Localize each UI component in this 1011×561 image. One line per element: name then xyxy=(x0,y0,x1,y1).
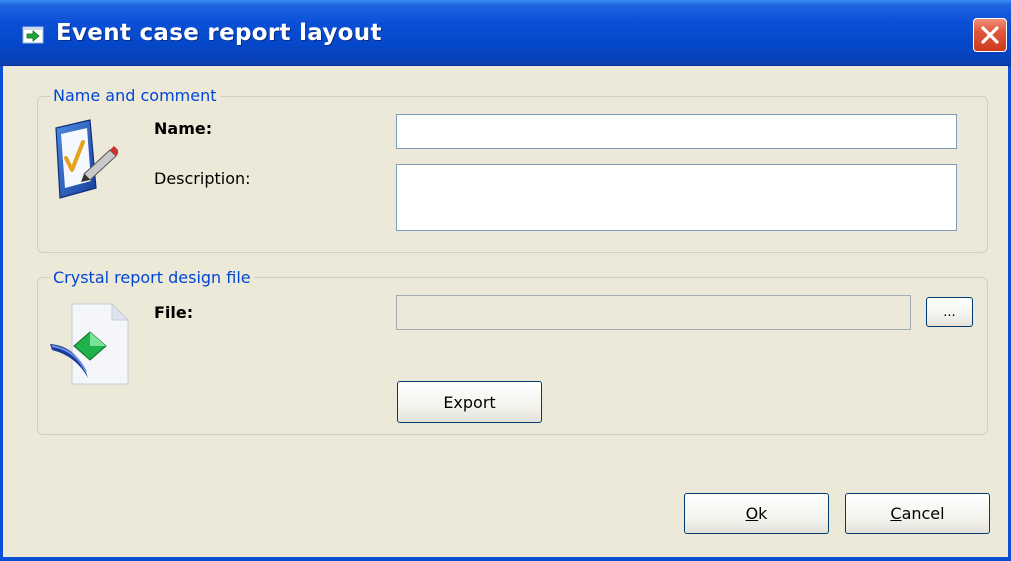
cancel-button[interactable]: Cancel xyxy=(845,493,990,534)
cancel-mnemonic: C xyxy=(890,504,902,523)
export-button[interactable]: Export xyxy=(397,381,542,423)
file-path-input[interactable] xyxy=(396,295,911,330)
close-button[interactable] xyxy=(973,18,1007,52)
window-border-left xyxy=(0,66,3,561)
checklist-edit-icon xyxy=(55,119,118,199)
close-icon xyxy=(981,26,999,44)
title-bar[interactable]: Event case report layout xyxy=(0,0,1011,66)
window-border-bottom xyxy=(0,557,1011,561)
window-title: Event case report layout xyxy=(56,20,382,46)
description-input[interactable] xyxy=(396,164,957,231)
ok-mnemonic: O xyxy=(745,504,759,523)
crystal-file-legend: Crystal report design file xyxy=(50,268,254,287)
ok-button[interactable]: Ok xyxy=(684,493,829,534)
report-layout-icon xyxy=(22,26,44,44)
crystal-report-file-icon xyxy=(50,302,130,385)
name-input[interactable] xyxy=(396,114,957,149)
name-comment-legend: Name and comment xyxy=(50,86,220,105)
browse-button[interactable]: ... xyxy=(926,297,973,327)
file-label: File: xyxy=(154,303,194,322)
name-label: Name: xyxy=(154,119,213,138)
cancel-label-rest: ancel xyxy=(901,504,945,523)
description-label: Description: xyxy=(154,169,251,188)
ok-label-rest: k xyxy=(758,504,768,523)
